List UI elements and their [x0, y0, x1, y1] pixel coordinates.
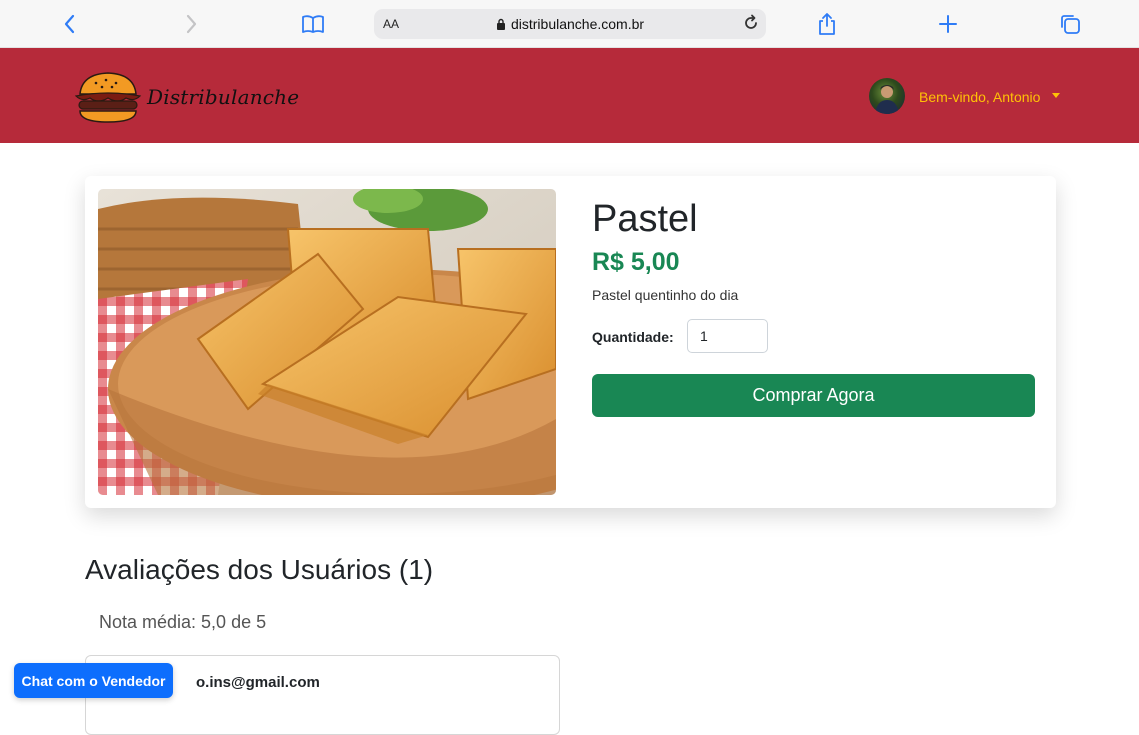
caret-down-icon[interactable] [1052, 93, 1060, 98]
new-tab-icon[interactable] [936, 12, 960, 36]
product-price: R$ 5,00 [592, 248, 680, 276]
quantity-input[interactable] [687, 319, 768, 353]
product-card: Pastel R$ 5,00 Pastel quentinho do dia Q… [85, 176, 1056, 508]
product-image [98, 189, 556, 495]
back-icon[interactable] [58, 12, 82, 36]
average-rating: Nota média: 5,0 de 5 [99, 612, 267, 632]
chat-with-seller-button[interactable]: Chat com o Vendedor [14, 663, 173, 698]
buy-now-button[interactable]: Comprar Agora [592, 374, 1035, 417]
product-title: Pastel [592, 198, 698, 240]
lock-icon [496, 17, 506, 33]
avatar[interactable] [869, 78, 905, 114]
forward-icon[interactable] [179, 12, 203, 36]
reload-icon[interactable] [742, 14, 760, 37]
bookmarks-icon[interactable] [301, 12, 325, 36]
burger-logo-icon[interactable] [74, 68, 142, 126]
address-bar[interactable]: AA distribulanche.com.br [374, 9, 766, 39]
tabs-icon[interactable] [1058, 12, 1082, 36]
user-menu-toggle[interactable]: Bem-vindo, Antonio [919, 89, 1040, 105]
url-display[interactable]: distribulanche.com.br [374, 16, 766, 33]
browser-toolbar: AA distribulanche.com.br [0, 0, 1139, 48]
share-icon[interactable] [815, 12, 839, 36]
quantity-label: Quantidade: [592, 329, 674, 345]
url-text: distribulanche.com.br [510, 16, 645, 32]
brand-name[interactable]: Distribulanche [147, 85, 299, 109]
site-header: Distribulanche Bem-vindo, Antonio [0, 48, 1139, 143]
product-description: Pastel quentinho do dia [592, 287, 739, 303]
reviews-heading: Avaliações dos Usuários (1) [85, 554, 434, 585]
